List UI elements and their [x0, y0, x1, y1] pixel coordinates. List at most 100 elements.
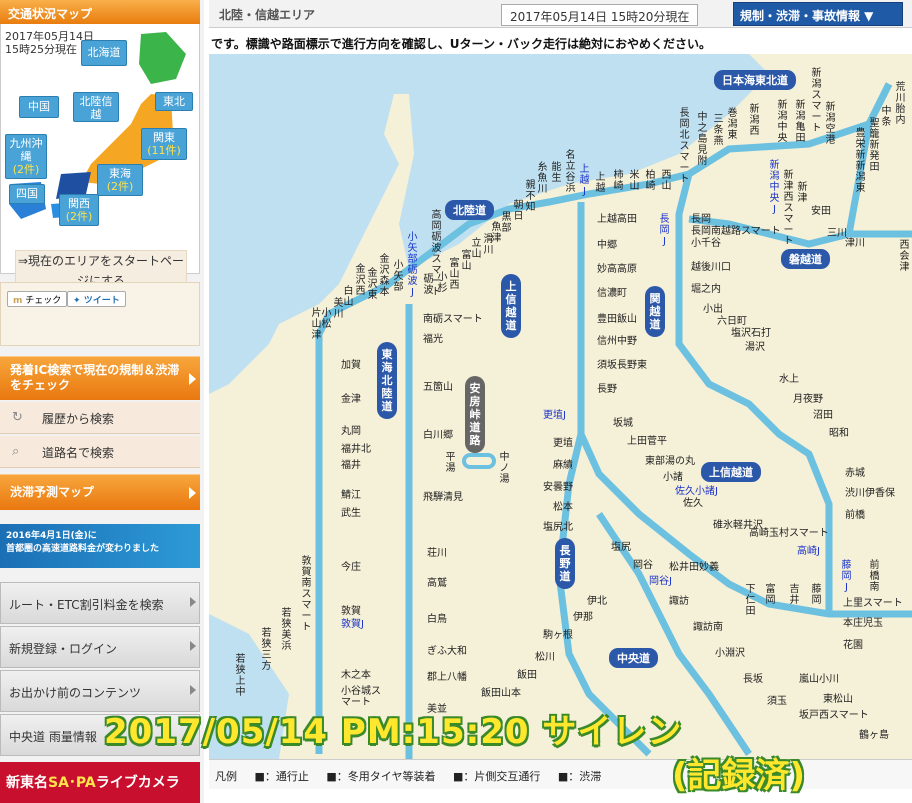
place-label[interactable]: 松本	[553, 502, 573, 513]
junction-label[interactable]: 佐久小諸J	[675, 486, 718, 497]
place-label[interactable]: 西会津	[899, 240, 910, 273]
place-label[interactable]: 伊北	[587, 596, 607, 607]
region-hokkaido[interactable]: 北海道	[81, 40, 127, 66]
history-search-button[interactable]: ↻ 履歴から検索	[0, 402, 200, 434]
place-label[interactable]: 若狭三方	[261, 628, 272, 672]
route-nihonkai-tohoku[interactable]: 日本海東北道	[714, 70, 796, 90]
place-label[interactable]: 巻潟東	[727, 108, 738, 141]
place-label[interactable]: 月夜野	[793, 394, 823, 405]
place-label[interactable]: 吉井	[789, 584, 800, 606]
place-label[interactable]: 諏訪南	[693, 622, 723, 633]
place-label[interactable]: 柏崎	[645, 170, 656, 192]
route-nagano[interactable]: 長野道	[555, 538, 575, 589]
place-label[interactable]: 金沢西	[355, 264, 366, 297]
place-label[interactable]: 新潟空港	[825, 102, 836, 146]
place-label[interactable]: 米山	[629, 170, 640, 192]
place-label[interactable]: 渋川伊香保	[845, 488, 895, 499]
traffic-map[interactable]: 日本海東北道 北陸道 上信越道 関越道 東海北陸道 安房峠道路 上信越道 長野道…	[209, 54, 912, 759]
place-label[interactable]: 上田菅平	[627, 436, 667, 447]
place-label[interactable]: 郡上八幡	[427, 672, 467, 683]
junction-label[interactable]: 長岡J	[659, 214, 670, 247]
place-label[interactable]: 富山西	[449, 258, 460, 291]
place-label[interactable]: 白鳥	[427, 614, 447, 625]
place-label[interactable]: 荘川	[427, 548, 447, 559]
place-label[interactable]: 新津西スマート	[783, 170, 794, 247]
place-label[interactable]: 鯖江	[341, 490, 361, 501]
place-label[interactable]: 新潟西	[749, 104, 760, 137]
place-label[interactable]: 新潟中央	[777, 100, 788, 144]
place-label[interactable]: 塩尻	[611, 542, 631, 553]
region-tohoku[interactable]: 東北	[155, 92, 193, 111]
place-label[interactable]: 福井	[341, 460, 361, 471]
region-kanto[interactable]: 関東 (11件)	[141, 128, 187, 160]
place-label[interactable]: 新津	[797, 182, 808, 204]
place-label[interactable]: 柿崎	[613, 170, 624, 192]
place-label[interactable]: 六日町	[717, 316, 747, 327]
place-label[interactable]: 豊栄新新潟東	[855, 128, 866, 194]
place-label[interactable]: 中郷	[597, 240, 617, 251]
place-label[interactable]: 昭和	[829, 428, 849, 439]
place-label[interactable]: 飯田山本	[481, 688, 521, 699]
place-label[interactable]: 朝日	[513, 200, 524, 222]
toll-change-banner[interactable]: 2016年4月1日(金)に 首都圏の高速道路料金が変わりました	[0, 524, 200, 568]
place-label[interactable]: 塩尻北	[543, 522, 573, 533]
road-name-search-button[interactable]: ⌕ 道路名で検索	[0, 436, 200, 468]
register-login-button[interactable]: 新規登録・ログイン	[0, 626, 200, 668]
place-label[interactable]: 富岡	[765, 584, 776, 606]
place-label[interactable]: 聖籠新発田	[869, 118, 880, 173]
regulation-info-dropdown[interactable]: 規制・渋滞・事故情報 ▼	[733, 2, 903, 26]
junction-label[interactable]: 高崎J	[797, 546, 820, 557]
place-label[interactable]: 駒ヶ根	[543, 630, 573, 641]
place-label[interactable]: 信濃町	[597, 288, 627, 299]
place-label[interactable]: 飛騨清見	[423, 492, 463, 503]
place-label[interactable]: 沼田	[813, 410, 833, 421]
place-label[interactable]: 滑川	[483, 234, 494, 256]
place-label[interactable]: 小矢部	[393, 260, 404, 293]
place-label[interactable]: 白山	[343, 286, 354, 308]
place-label[interactable]: 丸岡	[341, 426, 361, 437]
place-label[interactable]: 前橋	[845, 510, 865, 521]
region-kansai[interactable]: 関西 (2件)	[59, 194, 99, 226]
place-label[interactable]: 塩沢石打	[731, 328, 771, 339]
ic-search-button[interactable]: 発着IC検索で現在の規制＆渋滞をチェック	[0, 356, 200, 400]
place-label[interactable]: 若狭上中	[235, 654, 246, 698]
place-label[interactable]: 松井田妙義	[669, 562, 719, 573]
place-label[interactable]: 坂戸西スマート	[799, 710, 869, 721]
place-label[interactable]: 前橋南	[869, 560, 880, 593]
place-label[interactable]: 若狭美浜	[281, 608, 292, 652]
route-etc-search-button[interactable]: ルート・ETC割引料金を検索	[0, 582, 200, 624]
place-label[interactable]: 岡谷	[633, 560, 653, 571]
place-label[interactable]: 三条燕	[713, 114, 724, 147]
route-abo-pass[interactable]: 安房峠道路	[465, 376, 485, 453]
place-label[interactable]: 麻績	[553, 460, 573, 471]
place-label[interactable]: 長岡北スマート	[679, 108, 690, 185]
place-label[interactable]: 新潟亀田	[795, 100, 806, 144]
place-label[interactable]: 小千谷	[691, 238, 721, 249]
route-hokuriku[interactable]: 北陸道	[445, 200, 494, 220]
region-kyushu-okinawa[interactable]: 九州沖縄 (2件)	[5, 134, 47, 179]
place-label[interactable]: 南砺スマート	[423, 314, 483, 325]
place-label[interactable]: 上越	[595, 172, 606, 194]
place-label[interactable]: 新潟スマート	[811, 68, 822, 134]
place-label[interactable]: 福光	[423, 334, 443, 345]
route-joshinetsu-east[interactable]: 上信越道	[701, 462, 761, 482]
place-label[interactable]: 高鷲	[427, 578, 447, 589]
place-label[interactable]: 能生	[551, 162, 562, 184]
place-label[interactable]: 豊田飯山	[597, 314, 637, 325]
tweet-button[interactable]: ✦ ツイート	[67, 291, 126, 307]
place-label[interactable]: 佐久	[683, 498, 703, 509]
region-tokai[interactable]: 東海 (2件)	[97, 164, 143, 196]
place-label[interactable]: 黒部	[501, 212, 512, 234]
place-label[interactable]: 小松	[321, 308, 332, 330]
region-shikoku[interactable]: 四国	[9, 184, 45, 204]
route-kanetsu[interactable]: 関越道	[645, 286, 665, 337]
place-label[interactable]: 東松山	[823, 694, 853, 705]
place-label[interactable]: 下仁田	[745, 584, 756, 617]
place-label[interactable]: 今庄	[341, 562, 361, 573]
route-bandai[interactable]: 磐越道	[781, 249, 830, 269]
place-label[interactable]: 中之島見附	[697, 112, 708, 167]
place-label[interactable]: 中条	[881, 106, 892, 128]
place-label[interactable]: 堀之内	[691, 284, 721, 295]
place-label[interactable]: 妙高高原	[597, 264, 637, 275]
junction-label[interactable]: 更埴J	[543, 410, 566, 421]
